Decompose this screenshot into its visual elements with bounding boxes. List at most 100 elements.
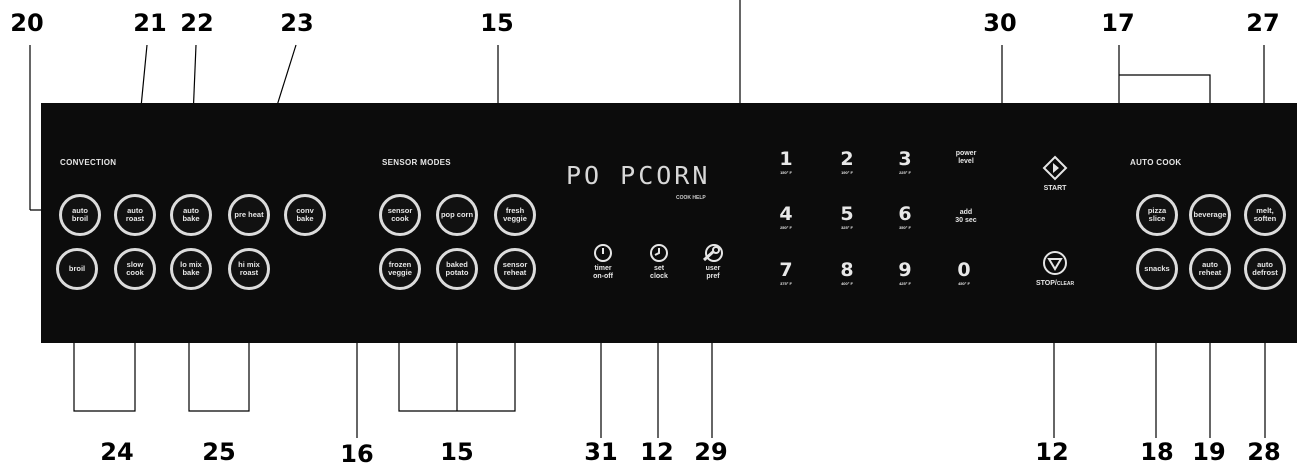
callout-12-b: 12 <box>1035 438 1069 466</box>
timer-icon <box>594 244 612 262</box>
callout-19: 19 <box>1192 438 1226 466</box>
beverage-label: beverage <box>1193 209 1227 219</box>
digit-9: 9 <box>898 259 912 281</box>
digit-8-key[interactable]: 8 400° F <box>817 259 877 287</box>
digit-5-key[interactable]: 5 325° F <box>817 203 877 231</box>
clear-label: CLEAR <box>1056 281 1075 287</box>
sensor-cook-label: sensor cook <box>387 205 413 223</box>
user-pref-label: user pref <box>705 265 721 280</box>
callout-29: 29 <box>694 438 728 466</box>
digit-2: 2 <box>840 148 854 170</box>
digit-5-temp: 325° F <box>841 225 853 230</box>
frozen-veggie-label: frozen veggie <box>388 259 412 277</box>
auto-defrost-label: auto defrost <box>1252 259 1278 277</box>
timer-button[interactable]: timer on-off <box>583 243 623 281</box>
pizza-slice-button[interactable]: pizza slice <box>1136 194 1178 236</box>
callout-15-bottom: 15 <box>440 438 474 466</box>
digit-8-temp: 400° F <box>841 281 853 286</box>
digit-1-key[interactable]: 1 150° F <box>756 148 816 176</box>
pizza-slice-label: pizza slice <box>1147 205 1167 223</box>
digit-2-key[interactable]: 2 190° F <box>817 148 877 176</box>
auto-cook-title: AUTO COOK <box>1130 158 1182 167</box>
digit-1-temp: 150° F <box>780 170 792 175</box>
callout-18: 18 <box>1140 438 1174 466</box>
digit-9-temp: 425° F <box>899 281 911 286</box>
lo-mix-bake-label: lo mix bake <box>180 259 202 277</box>
conv-bake-label: conv bake <box>296 205 314 223</box>
digit-7: 7 <box>779 259 793 281</box>
pop-corn-label: pop corn <box>440 209 474 219</box>
digit-0: 0 <box>957 259 971 281</box>
auto-reheat-label: auto reheat <box>1198 259 1222 277</box>
callout-25: 25 <box>202 438 236 466</box>
set-clock-label: set clock <box>650 265 668 280</box>
stop-label: STOP/ <box>1035 280 1057 287</box>
digit-7-temp: 375° F <box>780 281 792 286</box>
add-30-sec-button[interactable]: add 30 sec <box>944 209 988 225</box>
beverage-button[interactable]: beverage <box>1189 194 1231 236</box>
digit-3-key[interactable]: 3 225° F <box>875 148 935 176</box>
wrench-icon <box>702 244 723 262</box>
hi-mix-roast-button[interactable]: hi mix roast <box>228 248 270 290</box>
callout-22: 22 <box>180 9 214 37</box>
baked-potato-label: baked potato <box>445 259 469 277</box>
broil-button[interactable]: broil <box>56 248 98 290</box>
fresh-veggie-label: fresh veggie <box>503 205 527 223</box>
conv-bake-button[interactable]: conv bake <box>284 194 326 236</box>
callout-27: 27 <box>1246 9 1280 37</box>
baked-potato-button[interactable]: baked potato <box>436 248 478 290</box>
digit-7-key[interactable]: 7 375° F <box>756 259 816 287</box>
broil-label: broil <box>68 263 86 273</box>
digit-5: 5 <box>840 203 854 225</box>
pre-heat-button[interactable]: pre heat <box>228 194 270 236</box>
cook-help-label: COOK HELP <box>676 195 706 201</box>
sensor-reheat-button[interactable]: sensor reheat <box>494 248 536 290</box>
lo-mix-bake-button[interactable]: lo mix bake <box>170 248 212 290</box>
digit-4-key[interactable]: 4 250° F <box>756 203 816 231</box>
stop-icon <box>1043 251 1067 275</box>
hi-mix-roast-label: hi mix roast <box>238 259 260 277</box>
digit-6-temp: 350° F <box>899 225 911 230</box>
start-icon <box>1042 155 1068 181</box>
set-clock-button[interactable]: set clock <box>639 243 679 281</box>
callout-15-top: 15 <box>480 9 514 37</box>
callout-17: 17 <box>1101 9 1135 37</box>
start-label: START <box>1043 185 1067 192</box>
callout-23: 23 <box>280 9 314 37</box>
digit-6-key[interactable]: 6 350° F <box>875 205 935 231</box>
auto-roast-button[interactable]: auto roast <box>114 194 156 236</box>
fresh-veggie-button[interactable]: fresh veggie <box>494 194 536 236</box>
callout-16: 16 <box>340 440 374 468</box>
digit-2-temp: 190° F <box>841 170 853 175</box>
auto-defrost-button[interactable]: auto defrost <box>1244 248 1286 290</box>
sensor-cook-button[interactable]: sensor cook <box>379 194 421 236</box>
slow-cook-button[interactable]: slow cook <box>114 248 156 290</box>
start-button[interactable]: START <box>1025 155 1085 192</box>
digit-8: 8 <box>840 259 854 281</box>
user-pref-button[interactable]: user pref <box>692 243 734 281</box>
timer-label: timer on-off <box>593 265 613 280</box>
digit-0-key[interactable]: 0 450° F <box>934 259 994 287</box>
digit-3-temp: 225° F <box>899 170 911 175</box>
slow-cook-label: slow cook <box>126 259 144 277</box>
digit-4-temp: 250° F <box>780 225 792 230</box>
auto-roast-label: auto roast <box>125 205 145 223</box>
callout-31: 31 <box>584 438 618 466</box>
melt-soften-label: melt, soften <box>1253 205 1277 223</box>
melt-soften-button[interactable]: melt, soften <box>1244 194 1286 236</box>
pop-corn-button[interactable]: pop corn <box>436 194 478 236</box>
digit-9-key[interactable]: 9 425° F <box>875 259 935 287</box>
callout-30: 30 <box>983 9 1017 37</box>
auto-bake-button[interactable]: auto bake <box>170 194 212 236</box>
digit-0-temp: 450° F <box>958 281 970 286</box>
snacks-button[interactable]: snacks <box>1136 248 1178 290</box>
frozen-veggie-button[interactable]: frozen veggie <box>379 248 421 290</box>
stop-clear-button[interactable]: STOP/CLEAR <box>1020 250 1090 287</box>
digit-1: 1 <box>779 148 793 170</box>
auto-reheat-button[interactable]: auto reheat <box>1189 248 1231 290</box>
callout-21: 21 <box>133 9 167 37</box>
power-level-button[interactable]: power level <box>944 150 988 166</box>
digit-4: 4 <box>779 203 793 225</box>
digit-3: 3 <box>898 148 912 170</box>
auto-broil-button[interactable]: auto broil <box>59 194 101 236</box>
